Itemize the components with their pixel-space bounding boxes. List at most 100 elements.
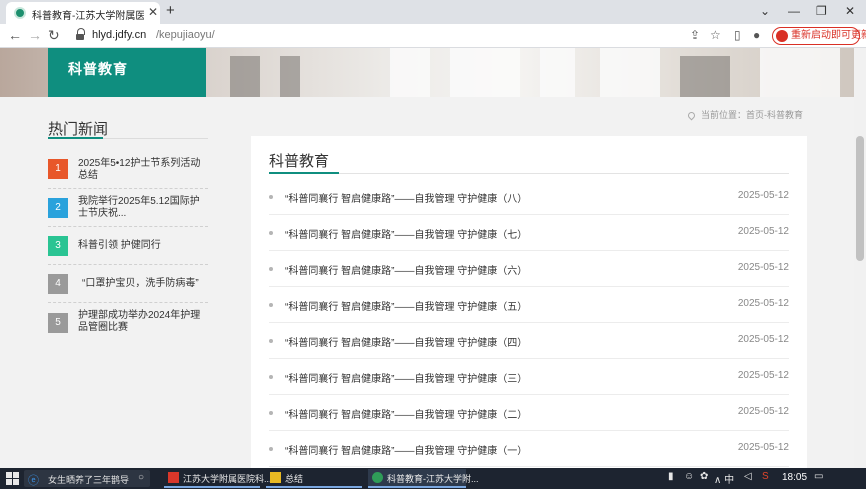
- reload-icon[interactable]: ↻: [48, 27, 60, 43]
- article-row[interactable]: “科普同襄行 智启健康路”——自我管理 守护健康（八） 2025-05-12: [269, 179, 789, 215]
- start-windows-icon[interactable]: [6, 472, 19, 485]
- bullet-icon: [269, 267, 273, 271]
- tab-search-button[interactable]: ⌄: [760, 3, 770, 19]
- restart-to-update-button[interactable]: 重新启动即可更新: [772, 27, 866, 45]
- news-rank-badge: 3: [48, 236, 68, 256]
- news-title[interactable]: 科普引领 护健同行: [78, 240, 206, 252]
- article-title[interactable]: “科普同襄行 智启健康路”——自我管理 守护健康（四）: [285, 334, 527, 349]
- banner-photo-shape: [280, 56, 300, 97]
- bullet-icon: [269, 303, 273, 307]
- news-rank-badge: 1: [48, 159, 68, 179]
- people-icon[interactable]: ☺: [684, 471, 694, 482]
- article-row[interactable]: “科普同襄行 智启健康路”——自我管理 守护健康（七） 2025-05-12: [269, 215, 789, 251]
- battery-icon[interactable]: ▮: [668, 471, 674, 482]
- bullet-icon: [269, 375, 273, 379]
- avatar: [776, 30, 788, 42]
- news-rank-badge: 4: [48, 274, 68, 294]
- url-input[interactable]: hlyd.jdfy.cn /kepujiaoyu/: [70, 26, 760, 46]
- banner-photo-shape: [760, 48, 840, 97]
- article-title[interactable]: “科普同襄行 智启健康路”——自我管理 守护健康（二）: [285, 406, 527, 421]
- news-title[interactable]: 2025年5•12护士节系列活动总结: [78, 158, 206, 182]
- new-tab-button[interactable]: +: [166, 3, 175, 19]
- bullet-icon: [269, 339, 273, 343]
- url-domain: hlyd.jdfy.cn: [92, 29, 147, 41]
- url-path: /kepujiaoyu/: [156, 29, 215, 41]
- taskbar-app-label: 总结: [285, 474, 304, 484]
- sidebar-divider-accent: [48, 137, 103, 139]
- news-title[interactable]: “口罩护宝贝，洗手防病毒”: [82, 278, 210, 290]
- taskbar-app-chrome[interactable]: 科普教育-江苏大学附...: [368, 469, 479, 488]
- article-title[interactable]: “科普同襄行 智启健康路”——自我管理 守护健康（三）: [285, 370, 527, 385]
- article-title[interactable]: “科普同襄行 智启健康路”——自我管理 守护健康（一）: [285, 442, 527, 457]
- search-icon: ○: [137, 472, 144, 483]
- news-rank-badge: 2: [48, 198, 68, 218]
- scrollbar-thumb[interactable]: [856, 136, 864, 261]
- sidebar-news-item[interactable]: 3 科普引领 护健同行: [48, 227, 208, 265]
- tab-close-icon[interactable]: ✕: [148, 5, 158, 19]
- bullet-icon: [269, 195, 273, 199]
- sidebar-news-item[interactable]: 1 2025年5•12护士节系列活动总结: [48, 151, 208, 189]
- article-row[interactable]: “科普同襄行 智启健康路”——自我管理 守护健康（三） 2025-05-12: [269, 359, 789, 395]
- notification-icon[interactable]: ▭: [814, 471, 823, 482]
- section-divider: [269, 173, 789, 174]
- page-scrollbar[interactable]: [854, 48, 866, 468]
- breadcrumb-text[interactable]: 当前位置：首页-科普教育: [701, 110, 803, 120]
- article-row[interactable]: “科普同襄行 智启健康路”——自我管理 守护健康（二） 2025-05-12: [269, 395, 789, 431]
- wechat-icon[interactable]: ✿: [700, 471, 708, 482]
- bullet-icon: [269, 411, 273, 415]
- banner-photo-shape: [680, 56, 730, 97]
- input-method-icon[interactable]: S: [762, 471, 769, 482]
- banner-photo-shape: [450, 48, 520, 97]
- article-title[interactable]: “科普同襄行 智启健康路”——自我管理 守护健康（七）: [285, 226, 527, 241]
- sidebar-news-item[interactable]: 5 护理部成功举办2024年护理品管圈比赛: [48, 303, 208, 343]
- forward-arrow-icon[interactable]: →: [28, 27, 42, 43]
- news-rank-badge: 5: [48, 313, 68, 333]
- site-favicon-icon: [14, 7, 26, 19]
- article-title[interactable]: “科普同襄行 智启健康路”——自我管理 守护健康（六）: [285, 262, 527, 277]
- article-date: 2025-05-12: [737, 262, 789, 273]
- tray-overflow-text[interactable]: ∧ 中: [714, 471, 734, 486]
- volume-icon[interactable]: ◁: [744, 471, 752, 482]
- taskbar-app-wps[interactable]: 江苏大学附属医院科...: [164, 469, 272, 488]
- article-date: 2025-05-12: [737, 190, 789, 201]
- restart-label: 重新启动即可更新: [791, 30, 866, 41]
- location-pin-icon: [686, 110, 697, 121]
- folder-icon: [270, 472, 281, 483]
- banner-title-box: 科普教育: [48, 48, 206, 97]
- minimize-button[interactable]: —: [788, 3, 800, 19]
- profile-icon[interactable]: ●: [753, 28, 760, 42]
- browser-tab-active[interactable]: 科普教育-江苏大学附属医院护理 ✕: [6, 2, 160, 24]
- back-arrow-icon[interactable]: ←: [8, 27, 22, 43]
- news-title[interactable]: 我院举行2025年5.12国际护士节庆祝...: [78, 196, 206, 220]
- taskbar-search-box[interactable]: ⓔ 女生晒养了三年鹊导 ○: [24, 470, 150, 487]
- article-date: 2025-05-12: [737, 226, 789, 237]
- article-date: 2025-05-12: [737, 406, 789, 417]
- section-title: 科普教育: [269, 153, 330, 170]
- side-panel-icon[interactable]: ▯: [734, 28, 741, 42]
- tab-title: 科普教育-江苏大学附属医院护理: [32, 11, 144, 22]
- share-icon[interactable]: ⇪: [690, 28, 700, 42]
- chrome-icon: [372, 472, 383, 483]
- sidebar-news-item[interactable]: 2 我院举行2025年5.12国际护士节庆祝...: [48, 189, 208, 227]
- taskbar-clock[interactable]: 18:05: [782, 472, 807, 483]
- windows-taskbar: ⓔ 女生晒养了三年鹊导 ○ 江苏大学附属医院科... 总结 科普教育-江苏大学附…: [0, 468, 866, 489]
- news-title[interactable]: 护理部成功举办2024年护理品管圈比赛: [78, 310, 206, 334]
- banner-photo-shape: [600, 48, 660, 97]
- close-window-button[interactable]: ✕: [845, 3, 855, 19]
- taskbar-app-folder[interactable]: 总结: [266, 469, 362, 488]
- article-row[interactable]: “科普同襄行 智启健康路”——自我管理 守护健康（六） 2025-05-12: [269, 251, 789, 287]
- taskbar-app-label: 科普教育-江苏大学附...: [387, 474, 479, 484]
- section-divider-accent: [269, 172, 339, 174]
- article-title[interactable]: “科普同襄行 智启健康路”——自我管理 守护健康（八）: [285, 190, 527, 205]
- bullet-icon: [269, 231, 273, 235]
- article-row[interactable]: “科普同襄行 智启健康路”——自我管理 守护健康（五） 2025-05-12: [269, 287, 789, 323]
- restore-button[interactable]: ❐: [816, 3, 827, 19]
- bookmark-star-icon[interactable]: ☆: [710, 28, 721, 42]
- article-date: 2025-05-12: [737, 442, 789, 453]
- page-banner: 科普教育: [0, 48, 854, 97]
- article-title[interactable]: “科普同襄行 智启健康路”——自我管理 守护健康（五）: [285, 298, 527, 313]
- address-bar-row: ← → ↻ hlyd.jdfy.cn /kepujiaoyu/ ⇪ ☆ ▯ ● …: [0, 24, 866, 48]
- article-row[interactable]: “科普同襄行 智启健康路”——自我管理 守护健康（一） 2025-05-12: [269, 431, 789, 467]
- sidebar-news-item[interactable]: 4 “口罩护宝贝，洗手防病毒”: [48, 265, 208, 303]
- article-row[interactable]: “科普同襄行 智启健康路”——自我管理 守护健康（四） 2025-05-12: [269, 323, 789, 359]
